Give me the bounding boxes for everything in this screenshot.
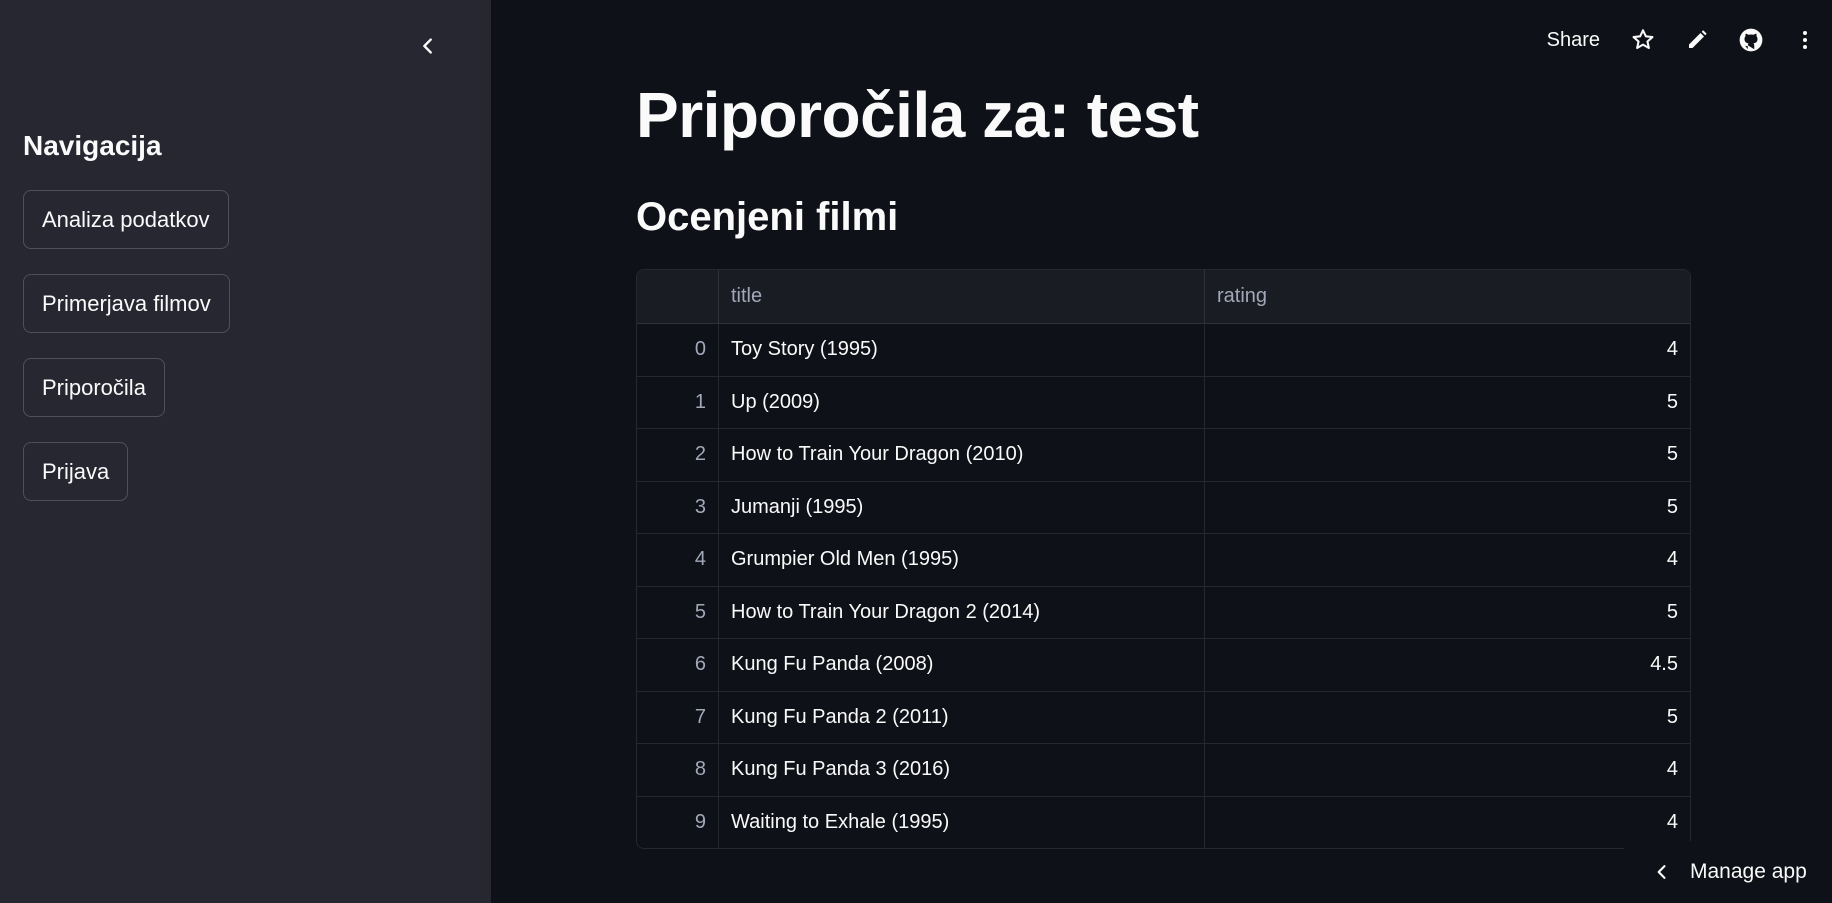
chevron-left-icon	[1657, 865, 1666, 879]
collapse-sidebar-button[interactable]	[410, 28, 446, 64]
header-title[interactable]: title	[719, 270, 1205, 323]
table-row: 8 Kung Fu Panda 3 (2016) 4	[637, 744, 1690, 797]
pencil-icon[interactable]	[1670, 18, 1724, 62]
table-row: 5 How to Train Your Dragon 2 (2014) 5	[637, 586, 1690, 639]
row-title[interactable]: How to Train Your Dragon (2010)	[719, 429, 1205, 481]
row-rating[interactable]: 5	[1205, 587, 1690, 639]
table-row: 4 Grumpier Old Men (1995) 4	[637, 534, 1690, 587]
row-index: 3	[637, 481, 719, 533]
row-index: 2	[637, 429, 719, 481]
row-title[interactable]: Toy Story (1995)	[719, 324, 1205, 376]
row-title[interactable]: Grumpier Old Men (1995)	[719, 534, 1205, 586]
table-row: 0 Toy Story (1995) 4	[637, 324, 1690, 377]
row-rating[interactable]: 5	[1205, 429, 1690, 481]
header-rating[interactable]: rating	[1205, 270, 1690, 323]
row-index: 9	[637, 796, 719, 848]
row-index: 0	[637, 324, 719, 376]
top-toolbar: Share	[1531, 18, 1832, 62]
table-row: 6 Kung Fu Panda (2008) 4.5	[637, 639, 1690, 692]
row-title[interactable]: Jumanji (1995)	[719, 481, 1205, 533]
sidebar-title: Navigacija	[23, 130, 162, 161]
row-title[interactable]: Kung Fu Panda (2008)	[719, 639, 1205, 691]
row-title[interactable]: Waiting to Exhale (1995)	[719, 796, 1205, 848]
page-title: Priporočila za: test	[636, 79, 1199, 151]
sidebar: Navigacija Analiza podatkov Primerjava f…	[0, 0, 491, 903]
row-rating[interactable]: 5	[1205, 692, 1690, 744]
row-rating[interactable]: 4	[1205, 744, 1690, 796]
table-row: 2 How to Train Your Dragon (2010) 5	[637, 429, 1690, 482]
table-row: 7 Kung Fu Panda 2 (2011) 5	[637, 691, 1690, 744]
manage-app-button[interactable]: Manage app	[1624, 841, 1832, 903]
table-row: 1 Up (2009) 5	[637, 376, 1690, 429]
share-button[interactable]: Share	[1531, 29, 1616, 52]
row-index: 1	[637, 376, 719, 428]
row-rating[interactable]: 4	[1205, 797, 1690, 849]
header-index	[637, 270, 719, 323]
row-title[interactable]: Kung Fu Panda 2 (2011)	[719, 691, 1205, 743]
github-icon[interactable]	[1724, 18, 1778, 62]
table-row: 3 Jumanji (1995) 5	[637, 481, 1690, 534]
row-title[interactable]: How to Train Your Dragon 2 (2014)	[719, 586, 1205, 638]
star-icon[interactable]	[1616, 18, 1670, 62]
row-title[interactable]: Up (2009)	[719, 376, 1205, 428]
sidebar-item-primerjava-filmov[interactable]: Primerjava filmov	[23, 274, 230, 333]
row-index: 4	[637, 534, 719, 586]
row-index: 8	[637, 744, 719, 796]
row-index: 6	[637, 639, 719, 691]
sidebar-item-prijava[interactable]: Prijava	[23, 442, 129, 501]
table-header-row: title rating	[637, 270, 1690, 324]
section-title: Ocenjeni filmi	[636, 195, 899, 239]
row-rating[interactable]: 4	[1205, 324, 1690, 376]
row-index: 5	[637, 586, 719, 638]
row-rating[interactable]: 4.5	[1205, 639, 1690, 691]
more-vertical-icon[interactable]	[1778, 18, 1832, 62]
rated-movies-table[interactable]: title rating 0 Toy Story (1995) 4 1 Up (…	[636, 269, 1691, 849]
row-title[interactable]: Kung Fu Panda 3 (2016)	[719, 744, 1205, 796]
app-root: Navigacija Analiza podatkov Primerjava f…	[0, 0, 1832, 903]
row-rating[interactable]: 4	[1205, 534, 1690, 586]
chevron-left-icon	[423, 38, 432, 54]
sidebar-item-analiza-podatkov[interactable]: Analiza podatkov	[23, 190, 229, 249]
table-row: 9 Waiting to Exhale (1995) 4	[637, 796, 1690, 849]
row-rating[interactable]: 5	[1205, 377, 1690, 429]
row-rating[interactable]: 5	[1205, 482, 1690, 534]
row-index: 7	[637, 691, 719, 743]
sidebar-item-priporocila[interactable]: Priporočila	[23, 358, 165, 417]
manage-app-label: Manage app	[1690, 860, 1807, 883]
